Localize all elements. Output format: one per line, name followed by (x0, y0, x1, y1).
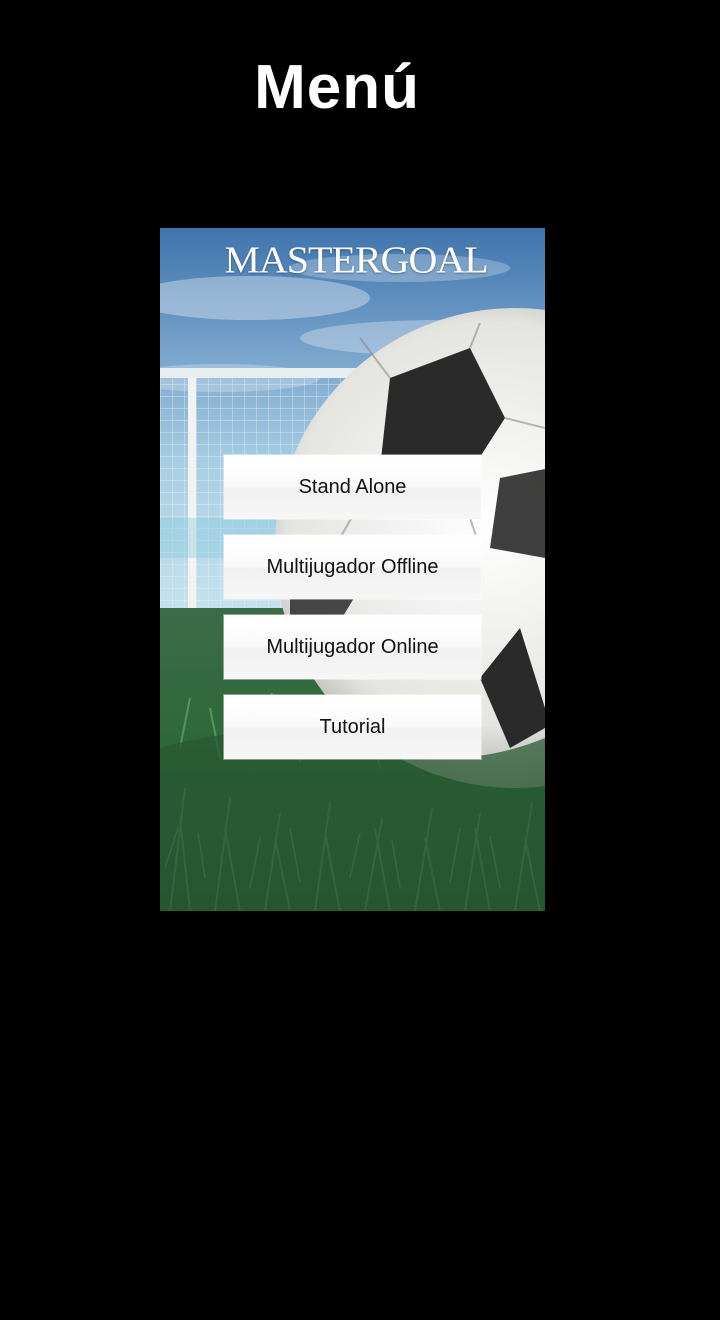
stand-alone-button[interactable]: Stand Alone (224, 455, 481, 519)
multiplayer-offline-button[interactable]: Multijugador Offline (224, 535, 481, 599)
menu-screen: Menú MASTERGOAL Stand Alone Multijugador… (0, 0, 720, 1320)
menu-panel: MASTERGOAL Stand Alone Multijugador Offl… (160, 228, 545, 911)
page-title: Menú (254, 53, 420, 122)
tutorial-button[interactable]: Tutorial (224, 695, 481, 759)
multiplayer-online-button[interactable]: Multijugador Online (224, 615, 481, 679)
mastergoal-logo: MASTERGOAL (224, 238, 488, 281)
